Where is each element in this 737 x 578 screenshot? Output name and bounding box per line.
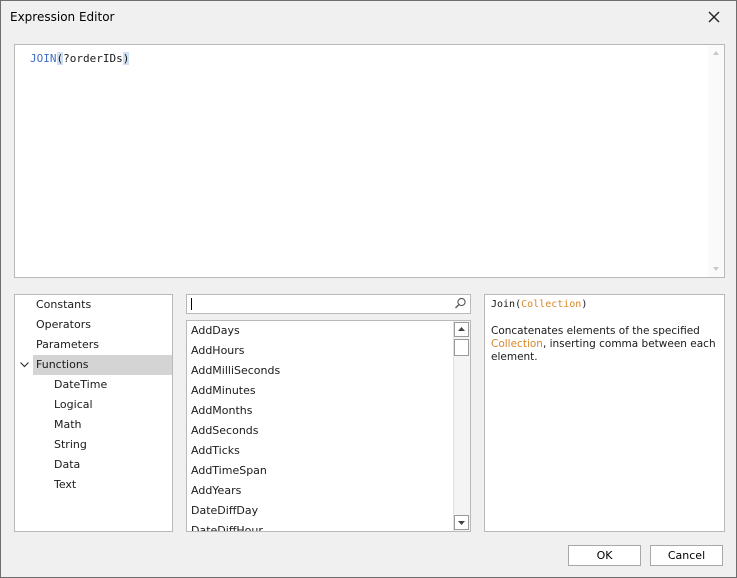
list-item[interactable]: AddDays xyxy=(191,321,240,341)
cancel-button[interactable]: Cancel xyxy=(650,545,723,566)
expression-parameter: ?orderIDs xyxy=(63,52,123,65)
scroll-down-icon[interactable] xyxy=(710,263,722,275)
list-item[interactable]: AddHours xyxy=(191,341,245,361)
expression-editor-dialog: Expression Editor JOIN(?orderIDs) Consta… xyxy=(0,0,737,578)
dialog-title: Expression Editor xyxy=(10,10,115,24)
list-item[interactable]: AddTicks xyxy=(191,441,240,461)
list-item[interactable]: AddMonths xyxy=(191,401,253,421)
subcategory-math[interactable]: Math xyxy=(54,415,82,435)
list-item[interactable]: AddTimeSpan xyxy=(191,461,267,481)
triangle-up-icon xyxy=(458,327,465,331)
chevron-down-icon[interactable] xyxy=(20,362,29,368)
close-icon xyxy=(708,11,720,23)
category-parameters[interactable]: Parameters xyxy=(36,335,99,355)
functions-list: AddDays AddHours AddMilliSeconds AddMinu… xyxy=(186,320,471,532)
category-operators[interactable]: Operators xyxy=(36,315,91,335)
text-caret xyxy=(191,298,192,310)
list-item[interactable]: AddMinutes xyxy=(191,381,256,401)
subcategory-data[interactable]: Data xyxy=(54,455,80,475)
description-text-before: Concatenates elements of the specified xyxy=(491,325,700,337)
scroll-up-button[interactable] xyxy=(454,322,469,337)
expression-input[interactable]: JOIN(?orderIDs) xyxy=(14,44,725,278)
list-item[interactable]: AddYears xyxy=(191,481,241,501)
category-constants[interactable]: Constants xyxy=(36,295,91,315)
list-item[interactable]: AddSeconds xyxy=(191,421,259,441)
expression-function: JOIN xyxy=(30,52,57,65)
category-functions[interactable]: Functions xyxy=(33,355,172,375)
close-button[interactable] xyxy=(701,4,727,30)
function-signature: Join(Collection) xyxy=(491,299,587,310)
expression-text: JOIN(?orderIDs) xyxy=(30,52,130,65)
category-tree: Constants Operators Parameters Functions… xyxy=(14,294,173,532)
scroll-down-button[interactable] xyxy=(454,515,469,530)
signature-parameter: Collection xyxy=(521,299,582,310)
signature-close: ) xyxy=(581,299,588,310)
editor-scrollbar[interactable] xyxy=(708,45,724,277)
list-item[interactable]: DateDiffDay xyxy=(191,501,258,521)
scroll-up-icon[interactable] xyxy=(710,47,722,59)
triangle-down-icon xyxy=(458,521,465,525)
scroll-thumb[interactable] xyxy=(454,339,469,356)
subcategory-text[interactable]: Text xyxy=(54,475,76,495)
search-input[interactable] xyxy=(186,294,471,314)
description-parameter: Collection xyxy=(491,338,543,350)
subcategory-logical[interactable]: Logical xyxy=(54,395,93,415)
function-description: Concatenates elements of the specified C… xyxy=(491,325,717,364)
expression-close-paren: ) xyxy=(122,52,130,65)
signature-name: Join( xyxy=(491,299,522,310)
list-item[interactable]: DateDiffHour xyxy=(191,521,263,531)
subcategory-string[interactable]: String xyxy=(54,435,87,455)
list-scrollbar[interactable] xyxy=(453,321,470,531)
list-item[interactable]: AddMilliSeconds xyxy=(191,361,280,381)
ok-button[interactable]: OK xyxy=(568,545,641,566)
search-icon[interactable] xyxy=(454,297,467,310)
subcategory-datetime[interactable]: DateTime xyxy=(54,375,107,395)
description-panel: Join(Collection) Concatenates elements o… xyxy=(484,294,725,532)
